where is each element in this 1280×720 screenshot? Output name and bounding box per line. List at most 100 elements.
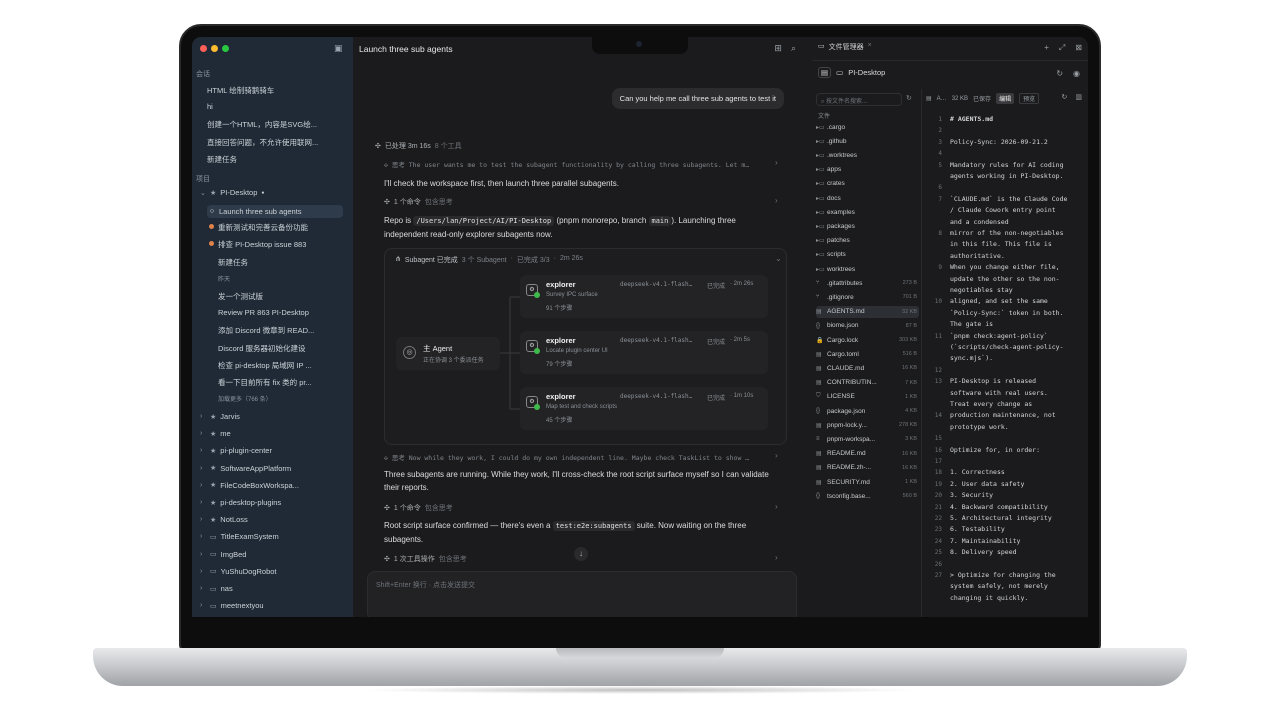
project-item[interactable]: › ★ NotLoss — [200, 515, 248, 524]
message-composer[interactable]: Shift+Enter 换行 · 点击发送提交 — [367, 571, 797, 617]
panel-toggle-icon[interactable]: ▤ — [818, 67, 832, 78]
minimize-window-button[interactable] — [211, 45, 218, 52]
conversation-item[interactable]: hi — [207, 102, 347, 111]
project-task-item[interactable]: 新建任务 — [208, 257, 343, 268]
file-tree-item[interactable]: ▸▭ examples — [816, 206, 919, 218]
file-tree-item[interactable]: ⛉ LICENSE 1 KB — [816, 391, 919, 403]
file-tree-item[interactable]: ▤ README.md 16 KB — [816, 448, 919, 460]
project-item[interactable]: › ★ FileCodeBoxWorkspa... — [200, 481, 299, 490]
edit-mode-button[interactable]: 编辑 — [996, 93, 1015, 104]
file-tree-item[interactable]: ▤ SECURITY.md 1 KB — [816, 476, 919, 488]
project-item[interactable]: › ★ pi-desktop-plugins — [200, 498, 281, 507]
processed-summary[interactable]: ✣ 已处理 3m 16s 8 个工具 — [375, 141, 462, 151]
subagent-model: deepseek-v4.1-flash… — [620, 281, 693, 288]
project-task-item[interactable]: 加载更多（766 条） — [208, 394, 343, 403]
chevron-right-icon[interactable]: › — [775, 502, 778, 511]
project-item[interactable]: › ▭ meetnextyou — [200, 601, 264, 610]
preview-mode-button[interactable]: 预览 — [1019, 93, 1040, 104]
file-tree-item[interactable]: {} biome.json 87 B — [816, 320, 919, 332]
sidebar-toggle-icon[interactable]: ▣ — [334, 43, 343, 54]
file-tree-item[interactable]: ▸▭ .github — [816, 135, 919, 147]
search-icon[interactable]: ⌕ — [791, 43, 796, 54]
conversation-item[interactable]: 创建一个HTML，内容是SVG绘... — [207, 119, 347, 130]
project-task-item[interactable]: 检查 pi-desktop 局域网 IP ... — [208, 360, 343, 371]
project-task-item[interactable]: 重新测试和完善云备份功能 — [208, 222, 343, 233]
close-window-button[interactable] — [200, 45, 207, 52]
thinking-line-1[interactable]: ✣ 思考 The user wants me to test the subag… — [384, 159, 774, 169]
file-tree-item[interactable]: ⑂ .gitattributes 273 B — [816, 277, 919, 289]
file-tree-item[interactable]: ▤ CLAUDE.md 16 KB — [816, 362, 919, 374]
project-task-item[interactable]: 昨天 — [208, 274, 343, 283]
project-task-item[interactable]: Review PR 863 PI-Desktop — [208, 308, 343, 317]
project-item[interactable]: › ★ pi-plugin-center — [200, 446, 272, 455]
subagent-card[interactable]: ⚙ explorer Locate plugin center UI 79 个步骤 de… — [520, 331, 768, 374]
conversation-item[interactable]: HTML 绘制骑鹅骑车 — [207, 85, 347, 96]
eye-icon[interactable]: ◉ — [1073, 69, 1080, 78]
project-item[interactable]: › ▭ nas — [200, 584, 233, 593]
file-tree-item[interactable]: ≡ pnpm-workspa... 3 KB — [816, 433, 919, 445]
star-icon: ★ — [210, 430, 217, 438]
project-task-item[interactable]: ○ Launch three sub agents — [207, 205, 343, 218]
refresh-icon[interactable]: ↻ — [906, 94, 912, 102]
chevron-right-icon[interactable]: › — [775, 553, 778, 562]
close-tab-icon[interactable]: × — [868, 42, 872, 52]
file-tree-item[interactable]: ▤ Cargo.toml 516 B — [816, 348, 919, 360]
close-panel-icon[interactable]: ⊠ — [1075, 43, 1082, 53]
assistant-paragraph-4: Root script surface confirmed — there's … — [384, 519, 774, 546]
chat-pane: Launch three sub agents ⊞ ⌕ Can you help… — [353, 37, 812, 617]
project-task-item[interactable]: Discord 服务器初始化建设 — [208, 343, 343, 354]
project-item[interactable]: › ★ me — [200, 429, 231, 438]
file-tree-item[interactable]: {} package.json 4 KB — [816, 405, 919, 417]
expand-icon[interactable]: ⤢ — [1059, 43, 1065, 53]
chevron-right-icon[interactable]: › — [775, 196, 778, 205]
project-task-item[interactable]: 添加 Discord 微章到 READ... — [208, 325, 343, 336]
tool-summary[interactable]: ✣ 1 次工具操作 包含思考 — [384, 554, 467, 564]
add-comment-icon[interactable]: ⊞ — [774, 43, 782, 54]
file-name: Cargo.toml — [827, 350, 859, 358]
file-tree-item[interactable]: 🔒 Cargo.lock 303 KB — [816, 334, 919, 346]
file-search-input[interactable]: ⌕ 按文件名搜索... — [816, 93, 902, 106]
command-summary-1[interactable]: ✣ 1 个命令 包含思考 — [384, 197, 453, 207]
conversation-item[interactable]: 新建任务 — [207, 154, 347, 165]
thinking-line-2[interactable]: ✣ 思考 Now while they work, I could do my … — [384, 452, 774, 462]
project-task-item[interactable]: 排查 PI-Desktop issue 883 — [208, 239, 343, 250]
project-task-item[interactable]: 看一下目前所有 fix 类的 pr... — [208, 377, 343, 388]
chevron-right-icon[interactable]: › — [775, 451, 778, 460]
split-view-icon[interactable]: ▥ — [1075, 93, 1082, 101]
file-tree-item[interactable]: ▸▭ crates — [816, 178, 919, 190]
file-tree-item[interactable]: ▸▭ packages — [816, 220, 919, 232]
file-tree-item[interactable]: ▤ CONTRIBUTIN... 7 KB — [816, 377, 919, 389]
file-tree-item[interactable]: ⑂ .gitignore 701 B — [816, 291, 919, 303]
main-agent-card[interactable]: ◎ 主 Agent 正在协调 3 个委派任务 — [396, 337, 500, 370]
scroll-down-button[interactable]: ↓ — [574, 547, 588, 561]
file-tree-item[interactable]: ▸▭ .cargo — [816, 121, 919, 133]
refresh-icon[interactable]: ↻ — [1062, 93, 1068, 101]
project-item[interactable]: › ▭ TitleExamSystem — [200, 532, 279, 541]
project-item[interactable]: › ▭ YuShuDogRobot — [200, 567, 277, 576]
chevron-right-icon[interactable]: › — [775, 158, 778, 167]
command-summary-2[interactable]: ✣ 1 个命令 包含思考 — [384, 503, 453, 513]
processed-tools: 8 个工具 — [434, 143, 462, 150]
subagent-card[interactable]: ⚙ explorer Map test and check scripts 45 个步… — [520, 387, 768, 430]
file-tree-item[interactable]: ▸▭ .worktrees — [816, 149, 919, 161]
project-item[interactable]: › ▭ ImgBed — [200, 550, 246, 559]
add-tab-icon[interactable]: + — [1044, 43, 1049, 53]
zoom-window-button[interactable] — [222, 45, 229, 52]
file-tree-item[interactable]: {} tsconfig.base... 560 B — [816, 490, 919, 502]
conversation-item[interactable]: 直接回答问题，不允许使用联网... — [207, 137, 347, 148]
subagent-card[interactable]: ⚙ explorer Survey IPC surface 91 个步骤 deepsee… — [520, 275, 768, 318]
file-tree-item[interactable]: ▤ AGENTS.md 32 KB — [816, 305, 919, 318]
file-tree-item[interactable]: ▸▭ worktrees — [816, 263, 919, 275]
project-pi-desktop[interactable]: ⌄ ★ PI-Desktop ● — [200, 188, 264, 197]
project-task-item[interactable]: 发一个测试版 — [208, 291, 343, 302]
file-tree-item[interactable]: ▸▭ docs — [816, 192, 919, 204]
file-tree-item[interactable]: ▤ pnpm-lock.y... 278 KB — [816, 419, 919, 431]
file-tree-item[interactable]: ▸▭ scripts — [816, 249, 919, 261]
file-tree-item[interactable]: ▸▭ patches — [816, 235, 919, 247]
tab-file-manager[interactable]: ▭ 文件管理器 × — [818, 42, 872, 52]
file-tree-item[interactable]: ▸▭ apps — [816, 164, 919, 176]
project-item[interactable]: › ★ Jarvis — [200, 412, 240, 421]
project-item[interactable]: › ★ SoftwareAppPlatform — [200, 464, 291, 473]
refresh-icon[interactable]: ↻ — [1056, 69, 1063, 78]
file-tree-item[interactable]: ▤ README.zh-... 16 KB — [816, 462, 919, 474]
